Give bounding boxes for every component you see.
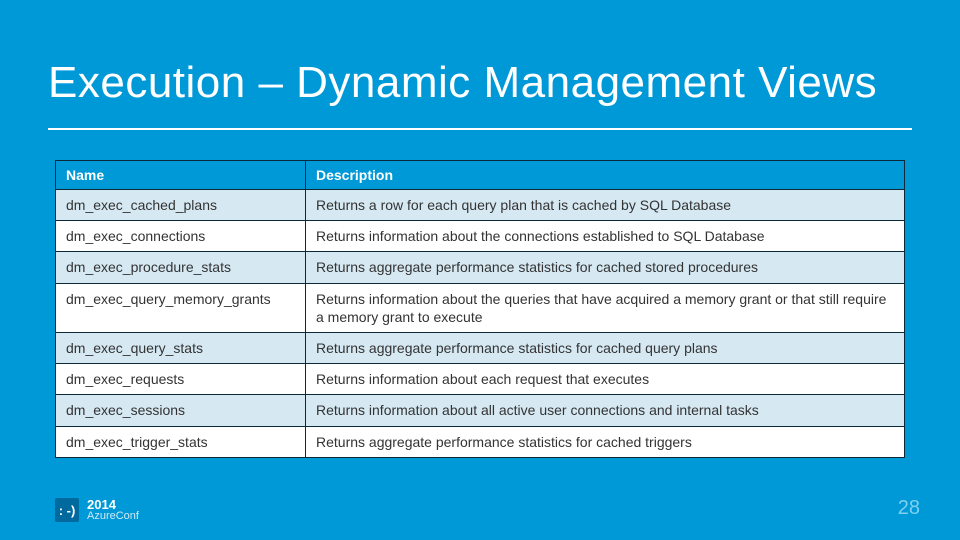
title-underline xyxy=(48,128,912,130)
smiley-badge-icon: : -) xyxy=(55,498,79,522)
table-row: dm_exec_requests Returns information abo… xyxy=(56,364,905,395)
col-header-name: Name xyxy=(56,161,306,190)
dmv-name: dm_exec_query_stats xyxy=(56,332,306,363)
table-row: dm_exec_query_stats Returns aggregate pe… xyxy=(56,332,905,363)
dmv-desc: Returns information about all active use… xyxy=(306,395,905,426)
conference-label: 2014 AzureConf xyxy=(87,498,139,522)
footer: : -) 2014 AzureConf xyxy=(55,498,139,522)
dmv-table: Name Description dm_exec_cached_plans Re… xyxy=(55,160,905,458)
dmv-name: dm_exec_trigger_stats xyxy=(56,426,306,457)
table-row: dm_exec_procedure_stats Returns aggregat… xyxy=(56,252,905,283)
dmv-name: dm_exec_procedure_stats xyxy=(56,252,306,283)
dmv-desc: Returns aggregate performance statistics… xyxy=(306,252,905,283)
table-row: dm_exec_connections Returns information … xyxy=(56,221,905,252)
table-row: dm_exec_sessions Returns information abo… xyxy=(56,395,905,426)
dmv-desc: Returns information about the queries th… xyxy=(306,283,905,332)
dmv-name: dm_exec_sessions xyxy=(56,395,306,426)
dmv-name: dm_exec_query_memory_grants xyxy=(56,283,306,332)
dmv-desc: Returns information about each request t… xyxy=(306,364,905,395)
dmv-desc: Returns aggregate performance statistics… xyxy=(306,332,905,363)
dmv-desc: Returns aggregate performance statistics… xyxy=(306,426,905,457)
page-number: 28 xyxy=(898,497,920,520)
conference-name: AzureConf xyxy=(87,511,139,522)
col-header-desc: Description xyxy=(306,161,905,190)
table-row: dm_exec_cached_plans Returns a row for e… xyxy=(56,190,905,221)
dmv-desc: Returns information about the connection… xyxy=(306,221,905,252)
dmv-name: dm_exec_connections xyxy=(56,221,306,252)
dmv-name: dm_exec_cached_plans xyxy=(56,190,306,221)
dmv-desc: Returns a row for each query plan that i… xyxy=(306,190,905,221)
slide-title: Execution – Dynamic Management Views xyxy=(48,58,877,108)
dmv-name: dm_exec_requests xyxy=(56,364,306,395)
table-row: dm_exec_trigger_stats Returns aggregate … xyxy=(56,426,905,457)
table-row: dm_exec_query_memory_grants Returns info… xyxy=(56,283,905,332)
